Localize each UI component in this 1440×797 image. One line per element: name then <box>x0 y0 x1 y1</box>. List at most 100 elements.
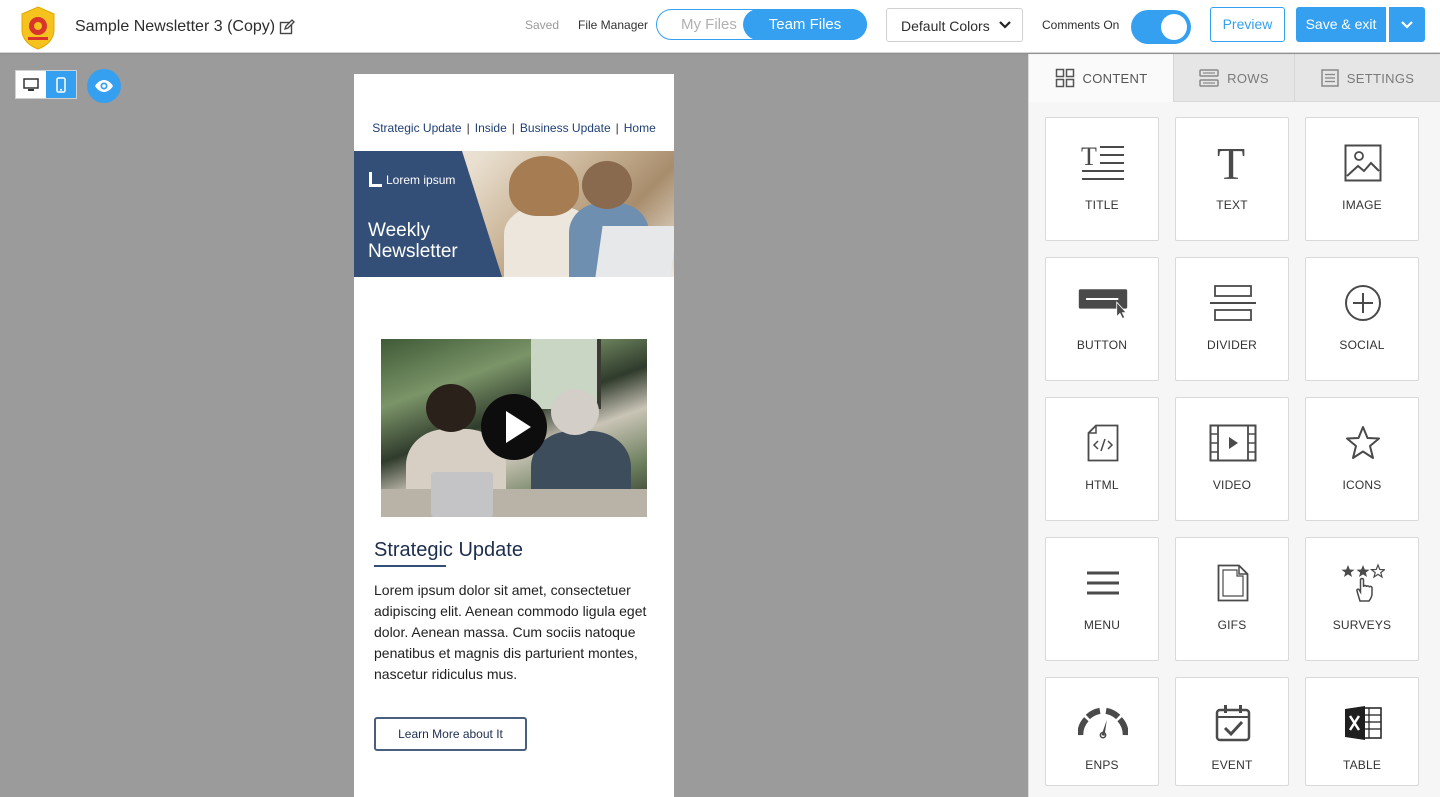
block-menu[interactable]: MENU <box>1045 537 1159 661</box>
block-social[interactable]: SOCIAL <box>1305 257 1419 381</box>
star-icon <box>1338 420 1388 466</box>
html-file-icon <box>1078 420 1128 466</box>
block-button-label: BUTTON <box>1076 338 1128 352</box>
email-canvas: Strategic Update | Inside | Business Update |… <box>354 74 674 797</box>
text-block-icon: T <box>1208 140 1258 186</box>
social-block-icon <box>1338 280 1388 326</box>
nav-link-home[interactable]: Home <box>624 121 656 135</box>
block-title-label: TITLE <box>1085 198 1119 212</box>
video-block[interactable] <box>381 339 647 517</box>
nav-link-strategic-update[interactable]: Strategic Update <box>372 121 461 135</box>
block-video[interactable]: VIDEO <box>1175 397 1289 521</box>
gauge-icon <box>1078 700 1128 746</box>
top-bar: Sample Newsletter 3 (Copy) Saved File Ma… <box>0 0 1440 53</box>
divider-block-icon <box>1208 280 1258 326</box>
tab-content-label: CONTENT <box>1082 70 1148 86</box>
block-icons[interactable]: ICONS <box>1305 397 1419 521</box>
block-gifs-label: GIFS <box>1217 618 1247 632</box>
preview-eye-button[interactable] <box>87 69 121 103</box>
mobile-icon <box>56 76 66 93</box>
content-side-panel: CONTENT ROWS SETTINGS T TITLE T TEXT IMA… <box>1028 54 1440 797</box>
preview-button[interactable]: Preview <box>1210 7 1285 42</box>
block-event-label: EVENT <box>1211 758 1253 772</box>
block-text[interactable]: T TEXT <box>1175 117 1289 241</box>
survey-stars-hand-icon <box>1338 560 1388 606</box>
desktop-view-button[interactable] <box>16 71 46 98</box>
email-top-nav: Strategic Update | Inside | Business Update |… <box>372 121 656 135</box>
block-icons-label: ICONS <box>1342 478 1382 492</box>
button-block-icon <box>1078 280 1128 326</box>
block-menu-label: MENU <box>1083 618 1121 632</box>
edit-icon[interactable] <box>279 19 295 35</box>
my-files-option[interactable]: My Files <box>681 16 737 33</box>
gif-file-icon <box>1208 560 1258 606</box>
grid-icon <box>1055 68 1074 88</box>
toggle-knob <box>1161 14 1187 40</box>
spreadsheet-icon <box>1338 700 1388 746</box>
content-blocks-grid: T TITLE T TEXT IMAGE BUTTON DIVIDER SOCI… <box>1045 117 1419 786</box>
chevron-down-icon <box>999 21 1011 29</box>
block-enps[interactable]: ENPS <box>1045 677 1159 786</box>
block-video-label: VIDEO <box>1212 478 1252 492</box>
comments-label: Comments On <box>1042 18 1120 32</box>
device-view-switch <box>15 70 77 99</box>
hero-brand: Lorem ipsum <box>369 172 455 187</box>
file-manager-link[interactable]: File Manager <box>578 18 648 32</box>
tab-settings-label: SETTINGS <box>1346 70 1415 86</box>
nav-link-inside[interactable]: Inside <box>475 121 507 135</box>
block-table-label: TABLE <box>1342 758 1382 772</box>
save-options-button[interactable] <box>1389 7 1425 42</box>
comments-toggle[interactable] <box>1131 10 1191 44</box>
block-image[interactable]: IMAGE <box>1305 117 1419 241</box>
eye-icon <box>95 80 113 92</box>
saved-status: Saved <box>525 18 560 32</box>
block-surveys-label: SURVEYS <box>1332 618 1392 632</box>
document-title[interactable]: Sample Newsletter 3 (Copy) <box>75 18 295 36</box>
hero-title: Weekly Newsletter <box>368 220 458 262</box>
block-event[interactable]: EVENT <box>1175 677 1289 786</box>
article-body[interactable]: Lorem ipsum dolor sit amet, consectetuer… <box>374 580 654 685</box>
color-scheme-label: Default Colors <box>901 18 990 34</box>
block-html[interactable]: HTML <box>1045 397 1159 521</box>
hero-title-line-1: Weekly <box>368 220 430 241</box>
tab-rows-label: ROWS <box>1227 70 1269 86</box>
save-exit-button[interactable]: Save & exit <box>1296 7 1386 42</box>
block-text-label: TEXT <box>1216 198 1248 212</box>
brand-logo-icon <box>369 172 382 187</box>
block-html-label: HTML <box>1085 478 1119 492</box>
document-title-text: Sample Newsletter 3 (Copy) <box>75 18 276 35</box>
tab-content[interactable]: CONTENT <box>1029 54 1174 102</box>
block-button[interactable]: BUTTON <box>1045 257 1159 381</box>
mobile-view-button[interactable] <box>46 71 76 98</box>
brand-name: Lorem ipsum <box>386 172 456 187</box>
color-scheme-dropdown[interactable]: Default Colors <box>886 8 1023 42</box>
svg-text:T: T <box>1217 141 1245 185</box>
article-title-underline <box>374 565 446 567</box>
video-film-icon <box>1208 420 1258 466</box>
block-table[interactable]: TABLE <box>1305 677 1419 786</box>
chevron-down-icon <box>1401 21 1413 29</box>
files-segmented-control: My Files Team Files <box>656 9 867 40</box>
article-title[interactable]: Strategic Update <box>374 539 523 562</box>
block-divider[interactable]: DIVIDER <box>1175 257 1289 381</box>
panel-tabs: CONTENT ROWS SETTINGS <box>1029 54 1440 102</box>
hamburger-menu-icon <box>1078 560 1128 606</box>
calendar-check-icon <box>1208 700 1258 746</box>
desktop-icon <box>23 77 39 91</box>
tab-settings[interactable]: SETTINGS <box>1295 54 1440 102</box>
block-surveys[interactable]: SURVEYS <box>1305 537 1419 661</box>
block-title[interactable]: T TITLE <box>1045 117 1159 241</box>
svg-text:T: T <box>1081 143 1097 171</box>
tab-rows[interactable]: ROWS <box>1174 54 1295 102</box>
team-files-option[interactable]: Team Files <box>743 9 867 40</box>
learn-more-button[interactable]: Learn More about It <box>374 717 527 751</box>
title-block-icon: T <box>1078 140 1128 186</box>
image-block-icon <box>1338 140 1388 186</box>
app-logo[interactable] <box>20 6 56 50</box>
play-icon[interactable] <box>481 394 547 460</box>
hero-banner[interactable]: Lorem ipsum Weekly Newsletter <box>354 151 674 277</box>
rows-icon <box>1199 69 1219 87</box>
nav-link-business-update[interactable]: Business Update <box>520 121 611 135</box>
block-divider-label: DIVIDER <box>1206 338 1258 352</box>
block-gifs[interactable]: GIFS <box>1175 537 1289 661</box>
